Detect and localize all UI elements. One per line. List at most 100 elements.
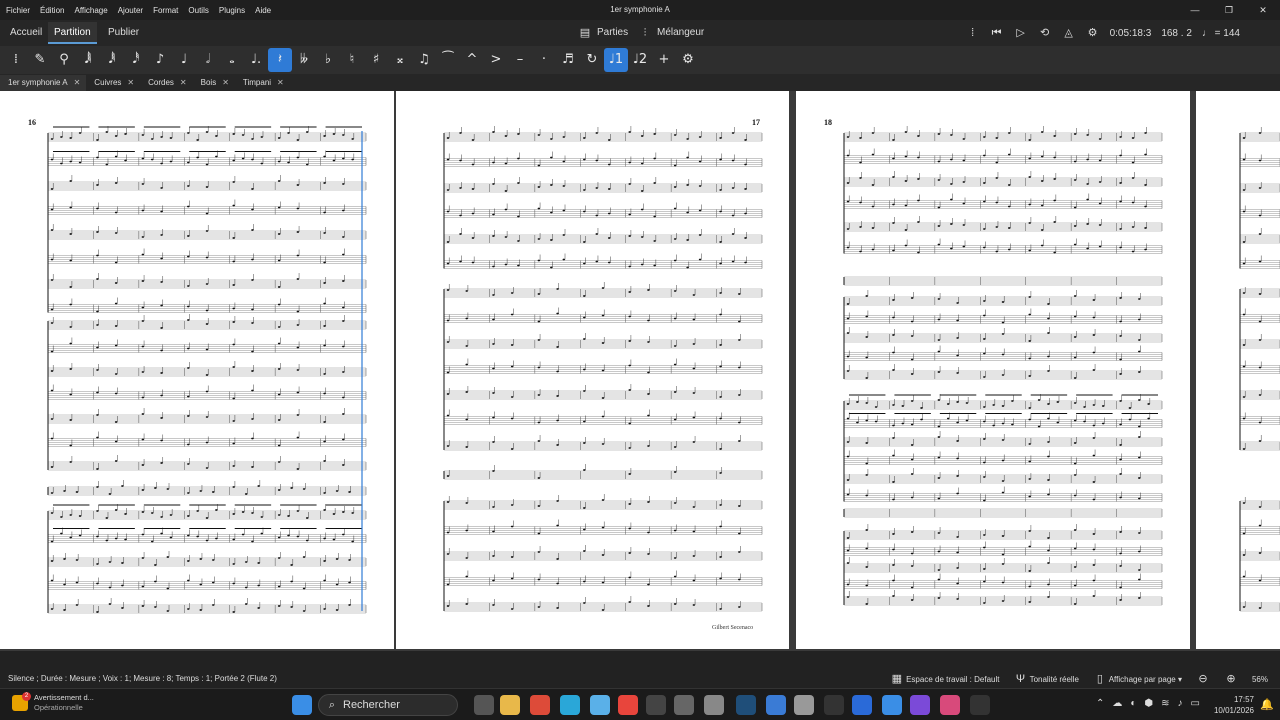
taskbar-clock[interactable]: 17:57 10/01/2026 [1214, 694, 1254, 716]
maximize-button[interactable]: ❐ [1212, 0, 1246, 20]
doc-tab[interactable]: 1er symphonie A ✕ [0, 75, 87, 91]
app-icon[interactable] [736, 695, 756, 715]
staccato-icon[interactable]: · [532, 48, 556, 72]
app-icon[interactable] [618, 695, 638, 715]
menu-0[interactable]: Fichier [0, 6, 35, 15]
warning-notification[interactable]: 2 Avertissement d... Opérationnelle [12, 692, 94, 713]
app-icon[interactable] [674, 695, 694, 715]
start-icon[interactable] [292, 695, 312, 715]
half-note-icon[interactable]: 𝅗𝅥 [196, 48, 220, 72]
doc-tab[interactable]: Timpani ✕ [235, 75, 290, 91]
zoom-level[interactable]: 56% [1252, 675, 1268, 684]
tenuto-icon[interactable]: – [508, 48, 532, 72]
close-tab-icon[interactable]: ✕ [74, 75, 81, 91]
doc-tab[interactable]: Cordes ✕ [140, 75, 193, 91]
pen-icon[interactable]: ✎ [28, 48, 52, 72]
sharp-icon[interactable]: ♯ [364, 48, 388, 72]
notification-bell-icon[interactable]: 🔔 [1260, 698, 1274, 712]
app-icon[interactable] [704, 695, 724, 715]
close-tab-icon[interactable]: ✕ [180, 75, 187, 91]
sixteenth-note-icon[interactable]: 𝅘𝅥𝅰 [124, 48, 148, 72]
voice-1-icon[interactable]: ♩1 [604, 48, 628, 72]
slur-icon[interactable]: ⁀ [436, 48, 460, 72]
app-icon[interactable] [940, 695, 960, 715]
marcato-icon[interactable]: ^ [460, 48, 484, 72]
flip-icon[interactable]: ↻ [580, 48, 604, 72]
doc-tab[interactable]: Bois ✕ [193, 75, 235, 91]
whole-note-icon[interactable]: 𝅝 [220, 48, 244, 72]
app-icon[interactable] [882, 695, 902, 715]
workspace-selector[interactable]: ▦ Espace de travail : Default [890, 672, 1000, 686]
menu-2[interactable]: Affichage [69, 6, 112, 15]
tab-accueil[interactable]: Accueil [4, 22, 48, 44]
battery-icon[interactable]: ▭ [1191, 698, 1200, 709]
thirtysecond-note-icon[interactable]: 𝅘𝅥𝅱 [100, 48, 124, 72]
mixer-button[interactable]: ⫶ Mélangeur [638, 24, 705, 42]
rest-icon[interactable]: 𝄽 [268, 48, 292, 72]
app-icon[interactable] [560, 695, 580, 715]
menu-4[interactable]: Format [148, 6, 183, 15]
app-icon[interactable] [590, 695, 610, 715]
menu-3[interactable]: Ajouter [113, 6, 148, 15]
taskbar-search[interactable]: ⌕ Rechercher [318, 694, 458, 716]
score-canvas[interactable]: 16 17 Gilbert Secenaco 18 [0, 91, 1280, 651]
parts-button[interactable]: ▤ Parties [578, 24, 628, 42]
app-tray-icon[interactable]: ◐ [1130, 698, 1136, 709]
app-icon[interactable] [646, 695, 666, 715]
flat-icon[interactable]: ♭ [316, 48, 340, 72]
tray-chevron-icon[interactable]: ⌃ [1096, 698, 1104, 709]
menu-5[interactable]: Outils [183, 6, 213, 15]
tab-partition[interactable]: Partition [48, 22, 97, 44]
app-icon[interactable] [852, 695, 872, 715]
quarter-note-icon[interactable]: ♩ [172, 48, 196, 72]
play-icon[interactable]: ▷ [1014, 26, 1028, 40]
eighth-note-icon[interactable]: ♪ [148, 48, 172, 72]
metronome-icon[interactable]: ◬ [1062, 26, 1076, 40]
score-page-16[interactable]: 16 [0, 91, 394, 649]
score-page-next[interactable] [1196, 91, 1280, 649]
toolbar-grip-icon[interactable]: ⁞ [4, 48, 28, 72]
double-flat-icon[interactable]: 𝄫 [292, 48, 316, 72]
network-icon[interactable]: ☁ [1112, 698, 1122, 709]
doc-tab[interactable]: Cuivres ✕ [86, 75, 140, 91]
customize-icon[interactable]: ⚙ [676, 48, 700, 72]
app-icon[interactable] [794, 695, 814, 715]
app-icon[interactable] [766, 695, 786, 715]
rewind-icon[interactable]: ⏮ [990, 26, 1004, 40]
app-icon[interactable] [970, 695, 990, 715]
voice-2-icon[interactable]: ♩2 [628, 48, 652, 72]
score-page-17[interactable]: 17 Gilbert Secenaco [396, 91, 789, 649]
app-icon[interactable] [824, 695, 844, 715]
loop-icon[interactable]: ⟲ [1038, 26, 1052, 40]
playback-settings-icon[interactable]: ⚙ [1086, 26, 1100, 40]
tie-icon[interactable]: ♫ [412, 48, 436, 72]
menu-1[interactable]: Édition [35, 6, 69, 15]
double-sharp-icon[interactable]: 𝄪 [388, 48, 412, 72]
app-tray-icon[interactable]: ⬢ [1144, 698, 1153, 709]
volume-icon[interactable]: ♪ [1178, 698, 1183, 709]
zoom-out-icon[interactable]: ⊖ [1196, 672, 1210, 686]
tab-publier[interactable]: Publier [102, 22, 145, 44]
concert-pitch-toggle[interactable]: Ψ Tonalité réelle [1013, 672, 1079, 686]
close-button[interactable]: ✕ [1246, 0, 1280, 20]
folder-icon[interactable] [500, 695, 520, 715]
wifi-icon[interactable]: ≋ [1161, 698, 1169, 709]
menu-6[interactable]: Plugins [214, 6, 250, 15]
accent-icon[interactable]: > [484, 48, 508, 72]
chrome-icon[interactable] [530, 695, 550, 715]
minimize-button[interactable]: — [1178, 0, 1212, 20]
tuplet-icon[interactable]: ♬ [556, 48, 580, 72]
pin-icon[interactable]: ⚲ [52, 48, 76, 72]
close-tab-icon[interactable]: ✕ [127, 75, 134, 91]
score-page-18[interactable]: 18 [796, 91, 1190, 649]
close-tab-icon[interactable]: ✕ [222, 75, 229, 91]
natural-icon[interactable]: ♮ [340, 48, 364, 72]
file-manager-icon[interactable] [474, 695, 494, 715]
add-icon[interactable]: + [652, 48, 676, 72]
view-mode-selector[interactable]: ▯ Affichage par page ▾ [1093, 672, 1182, 686]
sixtyfourth-note-icon[interactable]: 𝅘𝅥𝅲 [76, 48, 100, 72]
close-tab-icon[interactable]: ✕ [277, 75, 284, 91]
menu-7[interactable]: Aide [250, 6, 276, 15]
zoom-in-icon[interactable]: ⊕ [1224, 672, 1238, 686]
dot-icon[interactable]: ♩. [244, 48, 268, 72]
